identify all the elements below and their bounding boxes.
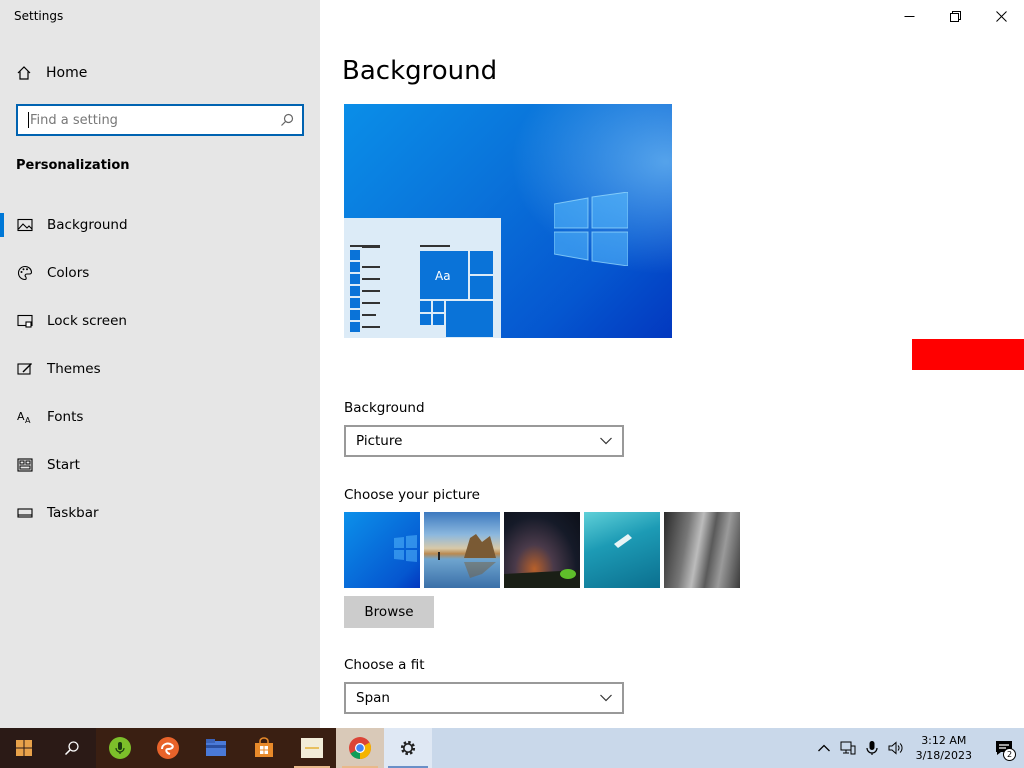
folder-icon [206,739,226,756]
speaker-icon [888,741,903,755]
chrome-browser-icon [349,737,371,759]
sidebar-item-lock-screen[interactable]: Lock screen [0,297,320,345]
sidebar-item-label: Start [47,457,80,473]
taskbar-clock[interactable]: 3:12 AM 3/18/2023 [908,733,984,763]
start-menu-preview: Aa [344,218,501,338]
minimize-button[interactable] [886,0,932,32]
swimmer-icon [614,534,632,548]
home-icon [17,66,31,80]
page-title: Background [342,56,498,86]
network-button[interactable] [836,728,860,768]
sidebar-item-label: Colors [47,265,90,281]
taskbar-settings[interactable] [384,728,432,768]
home-label: Home [46,65,88,81]
background-label: Background [344,400,425,416]
start-icon [17,458,33,472]
home-link[interactable]: Home [16,62,87,84]
windows-logo-icon [554,192,628,266]
background-dropdown-value: Picture [356,433,403,449]
microphone-app-icon [109,737,131,759]
sidebar-item-label: Lock screen [47,313,127,329]
sidebar-item-label: Themes [47,361,101,377]
clock-date: 3/18/2023 [915,749,972,762]
fit-dropdown-value: Span [356,690,390,706]
taskbar-image-app[interactable] [288,728,336,768]
clock-time: 3:12 AM [921,734,967,747]
close-button[interactable] [978,0,1024,32]
window-controls [886,0,1024,32]
taskbar-store[interactable] [240,728,288,768]
sidebar-item-background[interactable]: Background [0,201,320,249]
minimize-icon [904,15,914,17]
taskbar-chrome[interactable] [336,728,384,768]
windows-start-icon [16,740,32,756]
chevron-up-icon [817,744,830,752]
section-title: Personalization [16,158,130,173]
sidebar-item-label: Background [47,217,128,233]
system-tray: 3:12 AM 3/18/2023 2 [812,728,1024,768]
lock-screen-icon [17,314,33,328]
gear-icon [400,740,416,756]
sidebar-item-taskbar[interactable]: Taskbar [0,489,320,537]
picture-thumbnails [344,512,744,588]
desktop-preview: Aa [344,104,672,338]
start-button[interactable] [0,728,48,768]
palette-icon [17,265,33,281]
chevron-down-icon [600,437,612,445]
taskbar-search-button[interactable] [48,728,96,768]
rock-formation-icon [438,534,496,578]
red-marker [912,339,1024,370]
network-icon [840,741,856,755]
taskbar-voice-app[interactable] [96,728,144,768]
picture-thumbnail-beach[interactable] [424,512,500,588]
search-box[interactable] [16,104,304,136]
sidebar: Settings Home Personalization Background… [0,0,320,728]
image-icon [17,218,33,232]
browse-button[interactable]: Browse [344,596,434,628]
fit-label: Choose a fit [344,657,425,673]
sidebar-item-colors[interactable]: Colors [0,249,320,297]
taskbar: 3:12 AM 3/18/2023 2 [0,728,1024,768]
search-icon[interactable] [280,113,294,127]
search-icon [64,741,79,756]
volume-button[interactable] [884,728,908,768]
sidebar-item-fonts[interactable]: AA Fonts [0,393,320,441]
sidebar-item-start[interactable]: Start [0,441,320,489]
preview-tile-label: Aa [435,269,451,283]
restore-button[interactable] [932,0,978,32]
app-title: Settings [14,9,64,23]
close-icon [995,10,1007,22]
action-center-button[interactable]: 2 [984,728,1024,768]
edge-browser-icon [157,737,179,759]
choose-picture-label: Choose your picture [344,487,480,503]
picture-thumbnail-underwater[interactable] [584,512,660,588]
picture-thumbnail-night-sky[interactable] [504,512,580,588]
picture-thumbnail-rock-wall[interactable] [664,512,740,588]
sidebar-nav: Background Colors Lock screen Themes AA … [0,201,320,537]
svg-text:A: A [25,416,31,425]
microphone-button[interactable] [860,728,884,768]
sidebar-item-label: Fonts [47,409,84,425]
background-dropdown[interactable]: Picture [344,425,624,457]
taskbar-edge[interactable] [144,728,192,768]
taskbar-icon [17,508,33,518]
themes-icon [17,363,32,375]
fit-dropdown[interactable]: Span [344,682,624,714]
notification-count-badge: 2 [1003,748,1016,761]
tent-icon [504,569,580,588]
store-bag-icon [255,737,273,757]
restore-icon [949,10,961,22]
svg-text:A: A [17,410,25,423]
show-hidden-icons-button[interactable] [812,728,836,768]
sidebar-item-label: Taskbar [47,505,99,521]
microphone-icon [865,741,878,755]
windows-logo-icon [394,535,417,562]
search-input[interactable] [29,112,280,128]
fonts-icon: AA [17,410,31,425]
taskbar-file-explorer[interactable] [192,728,240,768]
chevron-down-icon [600,694,612,702]
picture-thumbnail-windows[interactable] [344,512,420,588]
sidebar-item-themes[interactable]: Themes [0,345,320,393]
image-viewer-icon [301,738,323,758]
